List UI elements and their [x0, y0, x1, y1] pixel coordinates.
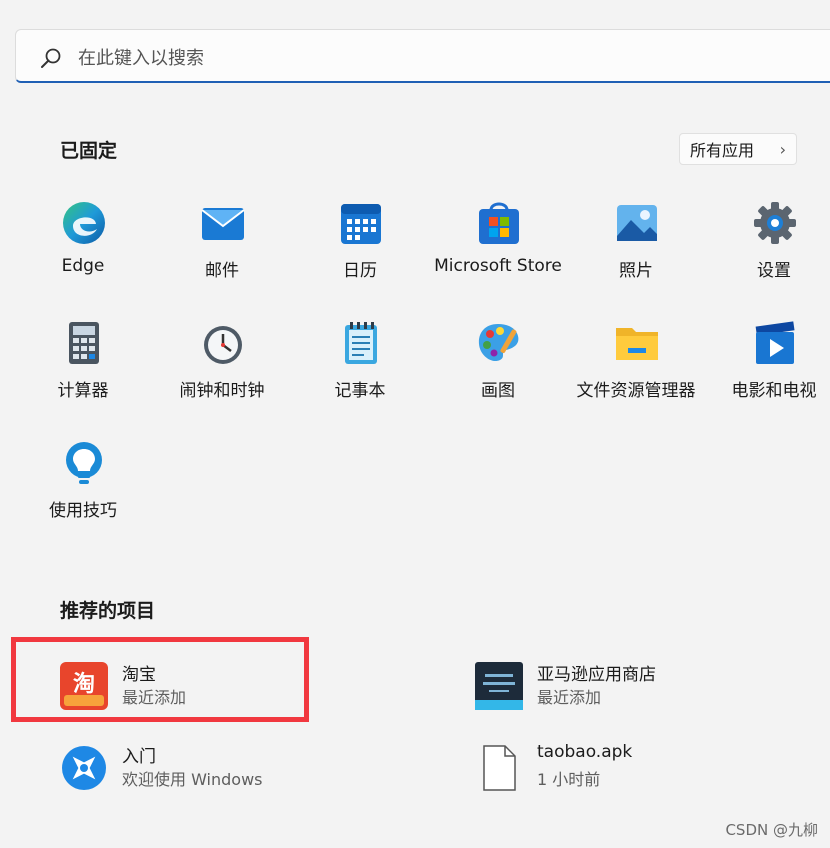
app-label: 使用技巧 — [49, 501, 117, 521]
movies-icon — [755, 321, 795, 364]
all-apps-button[interactable]: 所有应用 › — [679, 133, 797, 165]
photos-icon — [617, 205, 657, 241]
taobao-icon: 淘 — [60, 662, 108, 710]
app-label: 闹钟和时钟 — [179, 381, 265, 401]
app-label: 邮件 — [205, 261, 239, 281]
app-label: 文件资源管理器 — [576, 381, 696, 401]
app-tips[interactable]: 使用技巧 — [13, 440, 153, 530]
search-placeholder: 在此键入以搜索 — [78, 48, 204, 69]
app-label: 设置 — [757, 261, 791, 281]
app-microsoft-store[interactable]: Microsoft Store — [428, 200, 568, 290]
recommended-item-taobao-apk[interactable]: taobao.apk 1 小时前 — [475, 742, 735, 798]
item-subtitle: 最近添加 — [122, 688, 187, 707]
store-icon — [479, 202, 519, 244]
app-settings[interactable]: 设置 — [704, 200, 830, 290]
app-file-explorer[interactable]: 文件资源管理器 — [566, 320, 706, 410]
item-title: 淘宝 — [122, 665, 156, 685]
edge-icon — [63, 202, 105, 244]
app-label: Edge — [61, 256, 105, 276]
app-label: 日历 — [343, 261, 377, 281]
app-label: 照片 — [619, 261, 653, 281]
item-subtitle: 最近添加 — [537, 688, 602, 707]
paint-icon — [478, 324, 519, 362]
item-subtitle: 1 小时前 — [537, 770, 601, 789]
app-label: Microsoft Store — [434, 256, 562, 276]
search-icon — [41, 48, 61, 68]
app-calendar[interactable]: 日历 — [290, 200, 430, 290]
chevron-right-icon: › — [779, 140, 786, 159]
tips-icon — [66, 442, 102, 484]
search-box[interactable]: 在此键入以搜索 — [15, 29, 830, 83]
app-notepad[interactable]: 记事本 — [290, 320, 430, 410]
item-title: 亚马逊应用商店 — [537, 665, 656, 685]
amazon-appstore-icon — [475, 662, 523, 710]
recommended-title: 推荐的项目 — [60, 600, 156, 622]
gear-icon — [754, 202, 796, 244]
app-mail[interactable]: 邮件 — [152, 200, 292, 290]
item-title: taobao.apk — [537, 742, 633, 762]
recommended-item-get-started[interactable]: 入门 欢迎使用 Windows — [60, 742, 320, 798]
notepad-icon — [345, 322, 377, 364]
recommended-item-taobao[interactable]: 淘 淘宝 最近添加 — [60, 660, 310, 716]
calculator-icon — [69, 322, 99, 364]
folder-icon — [616, 328, 658, 360]
calendar-icon — [341, 204, 381, 244]
app-label: 电影和电视 — [731, 381, 817, 401]
recommended-item-amazon-appstore[interactable]: 亚马逊应用商店 最近添加 — [475, 660, 735, 716]
item-title: 入门 — [122, 747, 156, 767]
app-label: 画图 — [481, 381, 515, 401]
all-apps-label: 所有应用 — [690, 141, 755, 160]
mail-icon — [201, 208, 245, 240]
alarm-clock-icon — [204, 326, 242, 364]
file-icon — [483, 745, 516, 791]
app-label: 计算器 — [57, 381, 109, 401]
app-alarms-clock[interactable]: 闹钟和时钟 — [152, 320, 292, 410]
app-paint[interactable]: 画图 — [428, 320, 568, 410]
app-movies-tv[interactable]: 电影和电视 — [704, 320, 830, 410]
svg-text:淘: 淘 — [73, 671, 95, 697]
pinned-title: 已固定 — [60, 140, 118, 162]
app-edge[interactable]: Edge — [13, 200, 153, 290]
get-started-icon — [62, 746, 106, 790]
watermark: CSDN @九柳 — [725, 821, 818, 839]
app-photos[interactable]: 照片 — [566, 200, 706, 290]
app-calculator[interactable]: 计算器 — [13, 320, 153, 410]
app-label: 记事本 — [334, 381, 386, 401]
item-subtitle: 欢迎使用 Windows — [122, 770, 263, 789]
